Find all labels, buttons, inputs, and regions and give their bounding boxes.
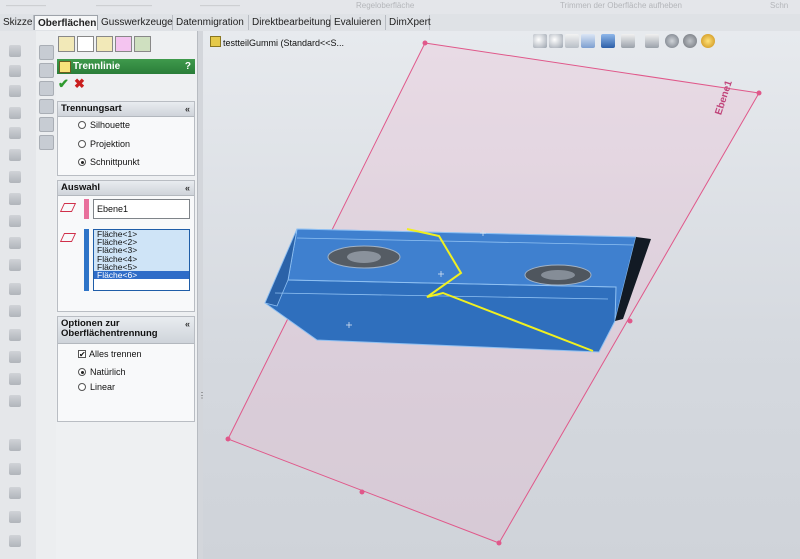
radio-label: Silhouette bbox=[90, 120, 131, 130]
help-button[interactable]: ? bbox=[185, 59, 191, 74]
group-title: Trennungsart bbox=[61, 103, 122, 114]
config-tab-icon[interactable] bbox=[96, 36, 113, 52]
tab-direktbearbeitung[interactable]: Direktbearbeitung bbox=[249, 15, 331, 30]
checkbox[interactable]: ✔ bbox=[78, 350, 86, 359]
freeform-icon[interactable] bbox=[9, 511, 21, 523]
hole-left-inner bbox=[347, 251, 381, 263]
boundary-surface-icon[interactable] bbox=[9, 127, 21, 139]
tab-gusswerkzeuge[interactable]: Gusswerkzeuge bbox=[98, 15, 173, 30]
collapse-icon[interactable]: « bbox=[185, 319, 190, 329]
plane-selection-icon bbox=[59, 203, 77, 212]
cut-with-surface-icon[interactable] bbox=[9, 535, 21, 547]
appearance-icon[interactable] bbox=[39, 135, 54, 150]
face-selection-color-bar bbox=[84, 229, 89, 291]
face-selection-list[interactable]: Fläche<1> Fläche<2> Fläche<3> Fläche<4> … bbox=[93, 229, 190, 291]
group-header[interactable]: Auswahl « bbox=[58, 181, 194, 196]
property-manager-tabs bbox=[56, 34, 197, 54]
configuration-manager-icon[interactable] bbox=[39, 81, 54, 96]
collapse-icon[interactable]: « bbox=[185, 102, 190, 116]
surfaces-toolbar bbox=[0, 31, 37, 559]
knit-surface-icon[interactable] bbox=[9, 329, 21, 341]
property-manager-icon[interactable] bbox=[39, 63, 54, 78]
model-canvas[interactable]: Ebene1 bbox=[203, 31, 800, 559]
radio-button-selected[interactable] bbox=[78, 158, 86, 166]
checkbox-alles-trennen[interactable]: ✔ Alles trennen bbox=[78, 349, 142, 360]
tab-datenmigration[interactable]: Datenmigration bbox=[173, 15, 249, 30]
filled-surface-icon[interactable] bbox=[9, 149, 21, 161]
radio-label: Projektion bbox=[90, 139, 131, 149]
radio-button[interactable] bbox=[78, 383, 86, 391]
plane-selection-color-bar bbox=[84, 199, 89, 219]
graphics-area[interactable]: testteilGummi (Standard<<S... Ebene1 bbox=[203, 31, 800, 559]
checkbox-label: Alles trennen bbox=[89, 349, 142, 359]
untrim-surface-command[interactable]: Trimmen der Oberfläche aufheben bbox=[560, 1, 682, 10]
tab-oberflaechen[interactable]: Oberflächen bbox=[34, 15, 98, 30]
hole-right-inner bbox=[541, 270, 575, 280]
lofted-surface-icon[interactable] bbox=[9, 107, 21, 119]
toolbar-ghost-text: ————— bbox=[6, 1, 46, 10]
radio-projektion[interactable]: Projektion bbox=[78, 139, 131, 150]
face-selection-icon bbox=[59, 233, 77, 242]
radio-silhouette[interactable]: Silhouette bbox=[78, 120, 131, 131]
radio-label: Schnittpunkt bbox=[90, 157, 140, 167]
extend-surface-icon[interactable] bbox=[9, 259, 21, 271]
feature-tree-tab-icon[interactable] bbox=[58, 36, 75, 52]
tab-evaluieren[interactable]: Evaluieren bbox=[331, 15, 386, 30]
display-manager-icon[interactable] bbox=[39, 117, 54, 132]
split-line-icon[interactable] bbox=[9, 463, 21, 475]
split-line-icon bbox=[59, 61, 71, 73]
group-optionen: Optionen zur Oberflächentrennung « ✔ Alle… bbox=[57, 316, 195, 422]
feature-title: Trennlinie bbox=[73, 61, 121, 72]
radio-button[interactable] bbox=[78, 140, 86, 148]
collapse-icon[interactable]: « bbox=[185, 181, 190, 195]
radio-label: Natürlich bbox=[90, 367, 126, 377]
tab-skizze[interactable]: Skizze bbox=[0, 15, 34, 30]
feature-title-bar: Trennlinie ? bbox=[57, 59, 195, 74]
list-item-selected[interactable]: Fläche<6> bbox=[94, 271, 189, 279]
ok-button[interactable]: ✔ bbox=[58, 77, 69, 90]
dimxpert-manager-icon[interactable] bbox=[39, 99, 54, 114]
radio-label: Linear bbox=[90, 382, 116, 392]
trim-surface-icon[interactable] bbox=[9, 283, 21, 295]
command-toolbar: ————— ——————— ————— Regeloberfläche Trim… bbox=[0, 0, 800, 15]
property-tab-icon[interactable] bbox=[77, 36, 94, 52]
extruded-surface-icon[interactable] bbox=[9, 45, 21, 57]
group-trennungsart: Trennungsart « Silhouette Projektion Sch… bbox=[57, 101, 195, 176]
display-tab-icon[interactable] bbox=[134, 36, 151, 52]
group-title: Oberflächentrennung bbox=[61, 328, 158, 339]
toolbar-ghost-text[interactable]: Schn bbox=[770, 1, 788, 10]
toolbar-ghost-text: ——————— bbox=[96, 1, 152, 10]
delete-face-icon[interactable] bbox=[9, 373, 21, 385]
move-face-icon[interactable] bbox=[9, 487, 21, 499]
command-manager-tabs: Skizze Oberflächen Gusswerkzeuge Datenmi… bbox=[0, 14, 800, 32]
ruled-surface-icon[interactable] bbox=[9, 215, 21, 227]
group-auswahl: Auswahl « Ebene1 Fläche<1> Fläche<2> Flä… bbox=[57, 180, 195, 312]
radio-linear[interactable]: Linear bbox=[78, 382, 116, 393]
tab-dimxpert[interactable]: DimXpert bbox=[386, 15, 431, 30]
radio-button-selected[interactable] bbox=[78, 368, 86, 376]
group-header[interactable]: Optionen zur Oberflächentrennung « bbox=[58, 317, 194, 344]
feature-manager-icon[interactable] bbox=[39, 45, 54, 60]
radio-natuerlich[interactable]: Natürlich bbox=[78, 367, 126, 378]
property-manager: Trennlinie ? ✔ ✖ Trennungsart « Silhouet… bbox=[56, 31, 197, 559]
fillet-icon[interactable] bbox=[9, 237, 21, 249]
toolbar-ghost-text: ————— bbox=[200, 1, 240, 10]
ruled-surface-command[interactable]: Regeloberfläche bbox=[356, 1, 414, 10]
swept-surface-icon[interactable] bbox=[9, 85, 21, 97]
cancel-button[interactable]: ✖ bbox=[74, 77, 85, 90]
panel-side-tabs bbox=[36, 31, 57, 559]
group-header[interactable]: Trennungsart « bbox=[58, 102, 194, 117]
planar-surface-icon[interactable] bbox=[9, 171, 21, 183]
untrim-surface-icon[interactable] bbox=[9, 305, 21, 317]
replace-face-icon[interactable] bbox=[9, 395, 21, 407]
group-title: Auswahl bbox=[61, 182, 101, 193]
thicken-icon[interactable] bbox=[9, 351, 21, 363]
offset-surface-icon[interactable] bbox=[9, 193, 21, 205]
plane-selection-field[interactable]: Ebene1 bbox=[93, 199, 190, 219]
parting-line-icon[interactable] bbox=[9, 439, 21, 451]
radio-button[interactable] bbox=[78, 121, 86, 129]
dimxpert-tab-icon[interactable] bbox=[115, 36, 132, 52]
revolved-surface-icon[interactable] bbox=[9, 65, 21, 77]
radio-schnittpunkt[interactable]: Schnittpunkt bbox=[78, 157, 140, 168]
